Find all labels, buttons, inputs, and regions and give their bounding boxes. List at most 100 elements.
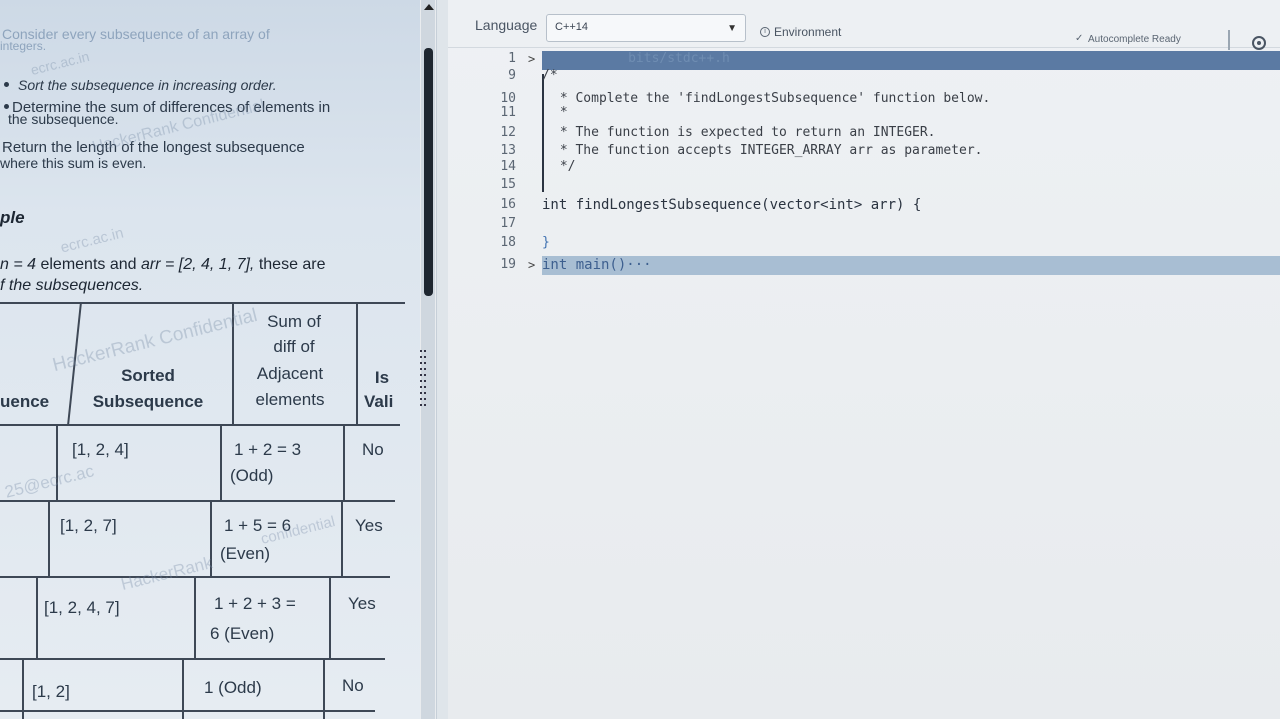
example-arr: arr = [2, 4, 1, 7], — [140, 256, 255, 273]
row3-valid: Yes — [348, 594, 376, 613]
row2-sum-line2: (Even) — [220, 544, 271, 563]
code-text: int main()··· — [542, 257, 652, 273]
row3-sum-line1: 1 + 2 + 3 = — [214, 594, 296, 613]
table-border — [0, 424, 400, 426]
environment-link[interactable]: Environment — [774, 25, 841, 39]
example-heading: ple — [0, 208, 25, 227]
code-text: } — [542, 235, 550, 250]
language-select[interactable]: C++14 ▼ — [546, 14, 746, 42]
code-text: * — [552, 105, 568, 120]
scroll-up-arrow-icon[interactable] — [424, 4, 434, 10]
code-line[interactable]: 15 — [448, 176, 1280, 194]
bullet-dot — [4, 82, 9, 87]
code-line[interactable]: 18 } — [448, 234, 1280, 252]
autocomplete-icon: ✓ — [1075, 33, 1084, 44]
drag-handle-icon[interactable] — [419, 348, 427, 406]
line-number: 18 — [500, 235, 516, 250]
line-number: 12 — [500, 125, 516, 140]
language-label: Language — [475, 17, 538, 33]
table-border — [210, 502, 212, 578]
line-number: 17 — [500, 216, 516, 231]
toolbar-divider — [1228, 30, 1230, 50]
example-end: these are — [254, 256, 326, 273]
row3-sum-line2: 6 (Even) — [210, 624, 275, 643]
line-number: 19 — [500, 257, 516, 272]
line-number: 1 — [508, 51, 516, 66]
watermark-text: ecrc.ac.in — [58, 224, 126, 257]
autocomplete-toggle[interactable]: Autocomplete Ready — [1088, 34, 1181, 45]
table-border — [182, 660, 184, 719]
header-sum-line4: elements — [255, 390, 325, 409]
header-sum-line3: Adjacent — [256, 364, 324, 383]
table-border — [0, 658, 385, 660]
subsequence-table: uence Sorted Subsequence Sum of diff of … — [0, 302, 405, 719]
table-border — [329, 578, 331, 660]
panel-splitter[interactable] — [436, 0, 448, 719]
code-text: bits/stdc++.h — [542, 51, 730, 66]
line-number: 15 — [500, 177, 516, 192]
row1-valid: No — [362, 440, 384, 459]
header-sum-line2: diff of — [273, 337, 315, 356]
row2-sorted: [1, 2, 7] — [60, 516, 117, 535]
bullet-sum-line2: the subsequence. — [8, 111, 119, 127]
example-mid: elements and — [36, 256, 141, 273]
header-valid-line1: Is — [374, 368, 390, 387]
header-sorted-line2: Subsequence — [92, 392, 204, 411]
code-line[interactable]: 14 */ — [448, 158, 1280, 176]
return-text-line2: where this sum is even. — [0, 155, 147, 171]
info-icon: i — [760, 27, 770, 37]
table-border — [0, 302, 405, 304]
line-number: 9 — [508, 68, 516, 83]
header-subsequence: uence — [0, 392, 50, 411]
row4-sorted: [1, 2] — [32, 682, 70, 701]
code-area[interactable]: 1 > bits/stdc++.h 9 /* 10 * Complete the… — [448, 48, 1280, 719]
row2-sum-line1: 1 + 5 = 6 — [224, 516, 292, 535]
problem-panel: Consider every subsequence of an array o… — [0, 0, 420, 719]
row3-sorted: [1, 2, 4, 7] — [44, 598, 120, 617]
table-border — [356, 302, 358, 426]
line-number: 11 — [500, 105, 516, 120]
table-border — [56, 426, 58, 502]
table-border — [194, 578, 196, 660]
code-text: */ — [552, 159, 576, 174]
table-border — [36, 578, 38, 660]
code-text: int findLongestSubsequence(vector<int> a… — [542, 197, 922, 213]
header-valid-line2: Vali — [364, 392, 394, 411]
row4-valid: No — [342, 676, 364, 695]
watermark-text: 25@ecrc.ac — [2, 461, 96, 502]
fold-expand-icon[interactable]: > — [528, 256, 535, 274]
code-line[interactable]: 12 * The function is expected to return … — [448, 124, 1280, 142]
code-line[interactable]: 19 > int main()··· — [448, 256, 1280, 274]
row4-sum-line1: 1 (Odd) — [204, 678, 262, 697]
editor-toolbar: Language C++14 ▼ i Environment ✓ Autocom… — [448, 0, 1280, 50]
table-border — [343, 426, 345, 502]
code-text: * The function is expected to return an … — [552, 125, 936, 140]
bullet-sort-text: Sort the subsequence in increasing order… — [18, 77, 277, 93]
header-sum-line1: Sum of — [267, 312, 321, 331]
table-border — [0, 500, 395, 502]
table-border — [22, 660, 24, 719]
table-border — [341, 502, 343, 578]
table-border — [48, 502, 50, 578]
example-n: n = 4 — [0, 256, 37, 273]
fold-expand-icon[interactable]: > — [528, 50, 535, 68]
row1-sum-line2: (Odd) — [230, 466, 274, 485]
code-editor-panel: Language C++14 ▼ i Environment ✓ Autocom… — [448, 0, 1280, 719]
code-line[interactable]: 1 > bits/stdc++.h — [448, 50, 1280, 68]
watermark-text: HackerRank — [118, 552, 215, 595]
code-line[interactable]: 17 — [448, 215, 1280, 233]
row1-sum-line1: 1 + 2 = 3 — [234, 440, 302, 459]
line-number: 16 — [500, 197, 516, 212]
example-intro-line2: f the subsequences. — [0, 277, 144, 294]
table-border — [220, 426, 222, 502]
row2-valid: Yes — [355, 516, 383, 535]
problem-scroll-thumb[interactable] — [424, 48, 433, 296]
code-line[interactable]: 11 * — [448, 104, 1280, 122]
table-border — [0, 710, 375, 712]
table-border — [323, 660, 325, 719]
code-line[interactable]: 16 int findLongestSubsequence(vector<int… — [448, 196, 1280, 214]
row1-sorted: [1, 2, 4] — [72, 440, 129, 459]
line-number: 14 — [500, 159, 516, 174]
chevron-down-icon: ▼ — [727, 23, 737, 34]
code-line[interactable]: 9 /* — [448, 67, 1280, 85]
